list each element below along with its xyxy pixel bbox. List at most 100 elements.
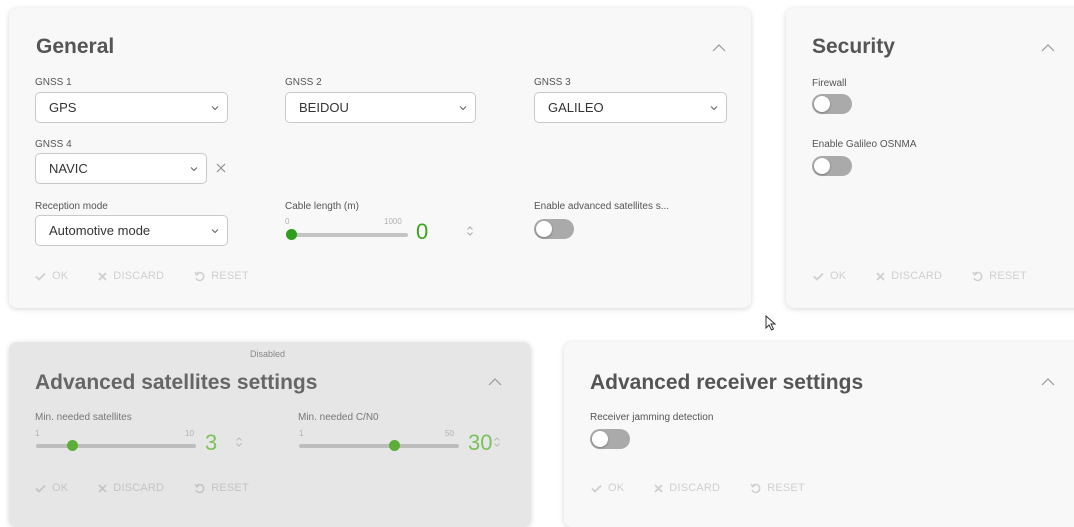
- chevron-down-icon: [211, 229, 219, 234]
- reset-label: RESET: [211, 482, 249, 494]
- min-cn0-min-tick: 1: [299, 429, 304, 438]
- jamming-label: Receiver jamming detection: [590, 412, 714, 423]
- gnss1-select[interactable]: GPS: [35, 92, 228, 123]
- min-sats-slider[interactable]: [36, 438, 196, 454]
- ok-label: OK: [52, 482, 69, 494]
- reset-button[interactable]: RESET: [194, 482, 249, 494]
- ok-button[interactable]: OK: [813, 270, 846, 282]
- jamming-detection-toggle[interactable]: [590, 429, 630, 449]
- ok-button[interactable]: OK: [591, 482, 624, 494]
- collapse-advanced-receiver-button[interactable]: [1040, 374, 1056, 390]
- reset-icon: [972, 271, 983, 281]
- reset-label: RESET: [989, 270, 1027, 282]
- reset-label: RESET: [211, 270, 249, 282]
- reception-mode-select[interactable]: Automotive mode: [35, 215, 228, 246]
- reset-label: RESET: [767, 482, 805, 494]
- advanced-satellites-title: Advanced satellites settings: [35, 371, 318, 394]
- slider-track: [291, 233, 408, 237]
- chevron-up-icon: [1041, 44, 1055, 52]
- osnma-toggle[interactable]: [812, 156, 852, 176]
- mouse-cursor-icon: [765, 315, 777, 331]
- advanced-satellites-toggle[interactable]: [534, 219, 574, 239]
- advanced-satellites-actions: OK DISCARD RESET: [35, 482, 279, 494]
- gnss1-label: GNSS 1: [35, 77, 72, 88]
- disabled-label: Disabled: [250, 349, 286, 359]
- spinner-icon[interactable]: [466, 225, 474, 237]
- min-cn0-max-tick: 50: [445, 429, 454, 438]
- gnss1-value: GPS: [49, 100, 77, 115]
- chevron-down-icon: [190, 167, 198, 172]
- general-card: General GNSS 1 GPS GNSS 2 BEIDOU GNSS 3 …: [9, 8, 751, 308]
- collapse-security-button[interactable]: [1040, 40, 1056, 56]
- gnss3-value: GALILEO: [548, 100, 604, 115]
- close-icon: [876, 271, 885, 281]
- security-title: Security: [812, 35, 895, 58]
- cable-max-tick: 1000: [384, 217, 402, 226]
- cable-length-slider[interactable]: [286, 227, 408, 243]
- security-card: Security Firewall Enable Galileo OSNMA O…: [786, 8, 1074, 308]
- discard-button[interactable]: DISCARD: [98, 482, 164, 494]
- ok-label: OK: [608, 482, 625, 494]
- reception-mode-value: Automotive mode: [49, 223, 151, 238]
- gnss4-label: GNSS 4: [35, 139, 72, 150]
- advanced-receiver-card: Advanced receiver settings Receiver jamm…: [564, 342, 1074, 527]
- min-cn0-value: 30: [468, 430, 493, 455]
- ok-label: OK: [52, 270, 69, 282]
- osnma-label: Enable Galileo OSNMA: [812, 139, 917, 150]
- advanced-toggle-label: Enable advanced satellites s...: [534, 201, 670, 212]
- gnss4-value: NAVIC: [49, 161, 88, 176]
- firewall-toggle[interactable]: [812, 94, 852, 114]
- chevron-up-icon: [712, 44, 726, 52]
- reset-button[interactable]: RESET: [194, 270, 249, 282]
- general-title: General: [36, 35, 115, 58]
- advanced-satellites-card: Disabled Advanced satellites settings Mi…: [9, 342, 531, 527]
- discard-button[interactable]: DISCARD: [98, 270, 164, 282]
- gnss4-select[interactable]: NAVIC: [35, 153, 207, 184]
- security-actions: OK DISCARD RESET: [813, 270, 1057, 282]
- advanced-receiver-actions: OK DISCARD RESET: [591, 482, 835, 494]
- chevron-up-icon: [488, 378, 502, 386]
- gnss2-select[interactable]: BEIDOU: [285, 92, 476, 123]
- ok-button[interactable]: OK: [35, 270, 68, 282]
- reset-button[interactable]: RESET: [750, 482, 805, 494]
- gnss3-select[interactable]: GALILEO: [534, 92, 727, 123]
- discard-button[interactable]: DISCARD: [876, 270, 942, 282]
- advanced-receiver-title: Advanced receiver settings: [590, 371, 864, 394]
- close-icon: [654, 483, 663, 493]
- reset-button[interactable]: RESET: [972, 270, 1027, 282]
- spinner-icon[interactable]: [493, 436, 501, 448]
- discard-label: DISCARD: [669, 482, 721, 494]
- min-sats-label: Min. needed satellites: [35, 412, 132, 423]
- check-icon: [35, 272, 46, 281]
- chevron-down-icon: [459, 106, 467, 111]
- collapse-general-button[interactable]: [711, 40, 727, 56]
- slider-thumb[interactable]: [388, 440, 400, 451]
- firewall-label: Firewall: [812, 78, 847, 89]
- discard-label: DISCARD: [113, 482, 165, 494]
- check-icon: [813, 272, 824, 281]
- min-cn0-slider[interactable]: [299, 438, 459, 454]
- cable-min-tick: 0: [285, 217, 290, 226]
- collapse-advanced-satellites-button[interactable]: [487, 374, 503, 390]
- min-sats-value: 3: [205, 430, 218, 455]
- reset-icon: [194, 483, 205, 493]
- chevron-down-icon: [710, 106, 718, 111]
- check-icon: [591, 484, 602, 493]
- slider-track: [299, 444, 459, 448]
- reset-icon: [750, 483, 761, 493]
- gnss2-value: BEIDOU: [299, 100, 349, 115]
- slider-track: [36, 444, 196, 448]
- clear-gnss4-icon[interactable]: [216, 163, 226, 173]
- spinner-icon[interactable]: [235, 436, 243, 448]
- gnss2-label: GNSS 2: [285, 77, 322, 88]
- min-cn0-label: Min. needed C/N0: [298, 412, 379, 423]
- discard-button[interactable]: DISCARD: [654, 482, 720, 494]
- check-icon: [35, 484, 46, 493]
- close-icon: [98, 271, 107, 281]
- slider-thumb[interactable]: [66, 440, 78, 451]
- discard-label: DISCARD: [113, 270, 165, 282]
- slider-thumb[interactable]: [286, 229, 297, 240]
- close-icon: [98, 483, 107, 493]
- chevron-down-icon: [211, 106, 219, 111]
- ok-button[interactable]: OK: [35, 482, 68, 494]
